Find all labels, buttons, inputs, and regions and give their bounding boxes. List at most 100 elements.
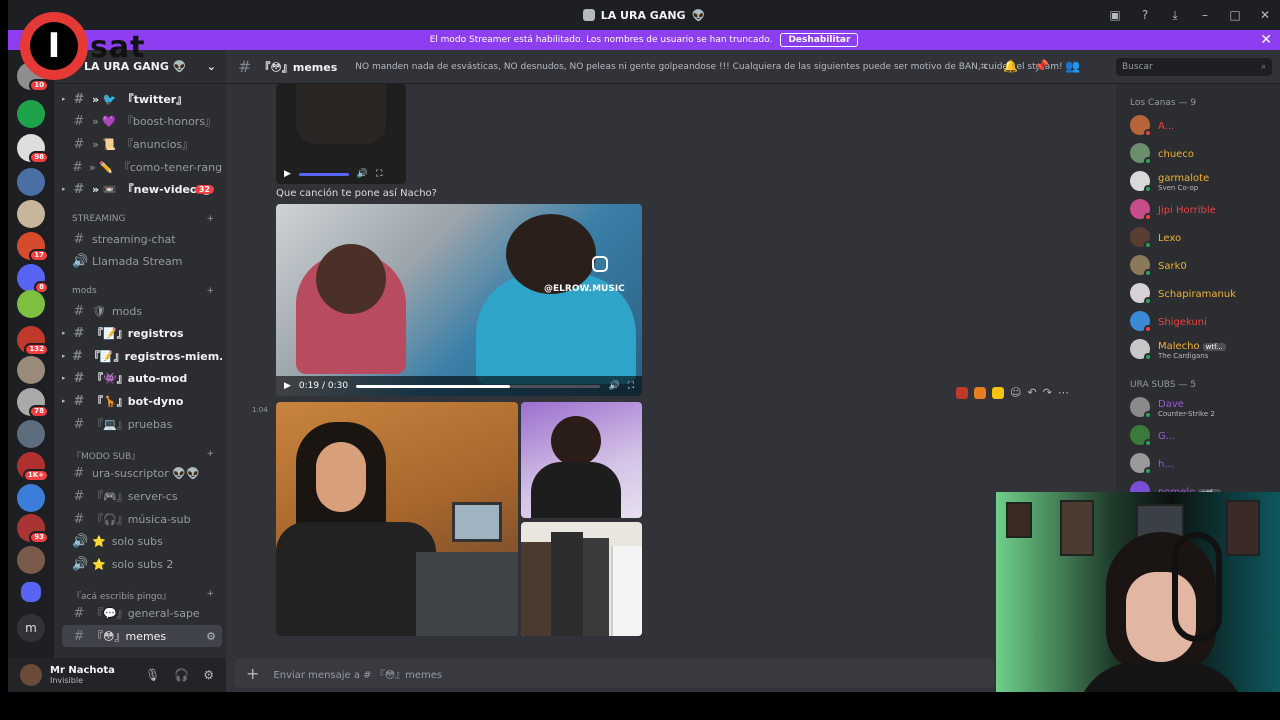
channel-general-sape[interactable]: # 『💬』general-sape xyxy=(62,602,222,624)
image-attachment-2[interactable] xyxy=(521,402,642,518)
video-embed-previous[interactable]: ▶ 🔊 ⛶ xyxy=(276,84,406,184)
fullscreen-icon[interactable]: ⛶ xyxy=(376,169,382,179)
add-reaction-icon[interactable]: ☺ xyxy=(1010,386,1021,399)
category-streaming[interactable]: STREAMING + xyxy=(72,214,222,224)
headphones-icon[interactable]: 🎧 xyxy=(174,668,189,682)
image-attachment-3[interactable] xyxy=(521,522,642,636)
member-item[interactable]: Shigekuni xyxy=(1130,308,1207,334)
server-avatar[interactable] xyxy=(17,290,45,318)
member-item[interactable]: Malecho wtf... The Cardigans xyxy=(1130,336,1226,362)
reply-icon[interactable]: ↶ xyxy=(1027,386,1036,399)
channel-solo-subs-2[interactable]: 🔊 ⭐ solo subs 2 xyxy=(62,553,222,575)
minimize-button[interactable]: – xyxy=(1190,8,1220,22)
plus-icon[interactable]: + xyxy=(206,286,214,296)
user-controls: 🎙 🎧 ⚙ xyxy=(145,668,214,682)
member-item[interactable]: Jipi Horrible xyxy=(1130,196,1216,222)
download-icon[interactable]: ⤓ xyxy=(1160,8,1190,23)
close-banner-icon[interactable]: ✕ xyxy=(1260,32,1272,48)
reaction-emoji-icon[interactable] xyxy=(956,386,968,399)
image-attachment-1[interactable] xyxy=(276,402,518,636)
member-item[interactable]: Schapiramanuk xyxy=(1130,280,1236,306)
channel-bot-dyno[interactable]: ▶ # 『🦒』bot-dyno xyxy=(62,390,222,412)
fullscreen-icon[interactable]: ⛶ xyxy=(628,381,634,391)
channel-boost-honors[interactable]: # » 💜 『boost-honors』 xyxy=(62,110,222,132)
channel-llamada-stream[interactable]: 🔊 Llamada Stream xyxy=(62,250,222,272)
more-icon[interactable]: ⋯ xyxy=(1058,386,1069,399)
forward-icon[interactable]: ↷ xyxy=(1043,386,1052,399)
server-avatar[interactable] xyxy=(17,200,45,228)
reaction-emoji-icon[interactable] xyxy=(974,386,986,399)
server-avatar[interactable]: 132 xyxy=(17,326,49,356)
maximize-button[interactable]: □ xyxy=(1220,8,1250,22)
add-attachment-icon[interactable]: + xyxy=(246,664,259,683)
bell-icon[interactable]: 🔔 xyxy=(1003,59,1018,74)
server-avatar[interactable]: 8 xyxy=(17,264,49,294)
server-avatar[interactable]: 1K+ xyxy=(17,452,49,482)
disable-streamer-button[interactable]: Deshabilitar xyxy=(780,33,859,47)
member-item[interactable]: A... xyxy=(1130,112,1174,138)
channel-topic[interactable]: NO manden nada de esvásticas, NO desnudo… xyxy=(355,62,1062,72)
channel-new-videos[interactable]: ▶ #» 📼 『new-videos』 32 xyxy=(62,178,222,200)
help-icon[interactable]: ? xyxy=(1130,8,1160,22)
channel-streaming-chat[interactable]: # streaming-chat xyxy=(62,228,222,250)
server-avatar[interactable]: 98 xyxy=(17,134,49,164)
gear-icon[interactable]: ⚙ xyxy=(203,668,214,682)
volume-icon[interactable]: 🔊 xyxy=(357,169,368,179)
plus-icon[interactable]: + xyxy=(206,589,214,602)
channel-musica-sub[interactable]: # 『🎧』música-sub xyxy=(62,508,222,530)
channel-pruebas[interactable]: # 『💻』pruebas xyxy=(62,413,222,435)
member-item[interactable]: chueco xyxy=(1130,140,1194,166)
close-button[interactable]: ✕ xyxy=(1250,8,1280,22)
folder-icon[interactable] xyxy=(21,582,41,602)
video-progress-bar[interactable] xyxy=(356,384,601,388)
member-item[interactable]: Sark0 xyxy=(1130,252,1187,278)
channel-memes[interactable]: # 『😳』memes ⚙ xyxy=(62,625,222,647)
channel-registros[interactable]: ▶ # 『📝』registros xyxy=(62,322,222,344)
user-avatar[interactable] xyxy=(20,664,42,686)
channel-ura-suscriptor[interactable]: # ura-suscriptor 👽👽 xyxy=(62,462,222,484)
channel-auto-mod[interactable]: ▶ # 『👾』auto-mod xyxy=(62,367,222,389)
member-item[interactable]: h... xyxy=(1130,450,1174,476)
category-mods[interactable]: mods + xyxy=(72,286,222,296)
channel-solo-subs[interactable]: 🔊 ⭐ solo subs xyxy=(62,530,222,552)
gear-icon[interactable]: ⚙ xyxy=(206,630,216,643)
plus-icon[interactable]: + xyxy=(206,214,214,224)
channel-registros-miembros[interactable]: ▶ # 『📝』registros-miem... xyxy=(62,345,222,367)
pin-icon[interactable]: 📌 xyxy=(1034,59,1049,74)
server-avatar[interactable] xyxy=(17,168,45,196)
dm-avatar[interactable]: m xyxy=(17,614,45,642)
members-icon[interactable]: 👥 xyxy=(1065,59,1080,74)
category-modo-sub[interactable]: 『MODO SUB』 + xyxy=(72,449,222,462)
plus-icon[interactable]: + xyxy=(206,449,214,462)
server-avatar[interactable] xyxy=(17,100,45,128)
server-avatar[interactable]: 93 xyxy=(17,514,49,544)
channel-mods[interactable]: # 🛡 mods xyxy=(62,300,222,322)
inbox-icon[interactable]: ▣ xyxy=(1100,8,1130,22)
channel-twitter[interactable]: ▶ # » 🐦 『twitter』 xyxy=(62,88,222,110)
member-item[interactable]: Dave Counter-Strike 2 xyxy=(1130,394,1215,420)
member-item[interactable]: G... xyxy=(1130,422,1175,448)
message-input[interactable]: + Enviar mensaje a # 『😳』memes xyxy=(234,658,994,688)
server-avatar[interactable] xyxy=(17,546,45,574)
server-avatar[interactable]: 78 xyxy=(17,388,49,418)
reaction-emoji-icon[interactable] xyxy=(992,386,1004,399)
category-aca-escribis[interactable]: 『acá escribís pingo』 + xyxy=(72,589,222,602)
play-icon[interactable]: ▶ xyxy=(284,381,291,391)
threads-icon[interactable]: ⌗ xyxy=(980,59,987,74)
user-info[interactable]: Mr Nachota Invisible xyxy=(50,665,115,685)
member-item[interactable]: garmalote Sven Co-op xyxy=(1130,168,1209,194)
video-embed[interactable]: @ELROW.MUSIC ▶ 0:19 / 0:30 🔊 ⛶ xyxy=(276,204,642,396)
server-avatar[interactable] xyxy=(17,484,45,512)
play-icon[interactable]: ▶ xyxy=(284,169,291,179)
server-avatar[interactable] xyxy=(17,420,45,448)
member-item[interactable]: Lexo xyxy=(1130,224,1181,250)
channel-anuncios[interactable]: # » 📜 『anuncios』 xyxy=(62,133,222,155)
search-input[interactable]: Buscar ⌕ xyxy=(1116,58,1272,76)
server-avatar[interactable] xyxy=(17,356,45,384)
server-avatar[interactable]: 17 xyxy=(17,232,49,262)
volume-icon[interactable]: 🔊 xyxy=(608,381,619,391)
microphone-icon[interactable]: 🎙 xyxy=(145,668,160,682)
channel-server-cs[interactable]: # 『🎮』server-cs xyxy=(62,485,222,507)
channel-como-tener-rango[interactable]: # » ✏️ 『como-tener-rang... xyxy=(62,156,222,178)
volume-slider[interactable] xyxy=(298,172,349,176)
